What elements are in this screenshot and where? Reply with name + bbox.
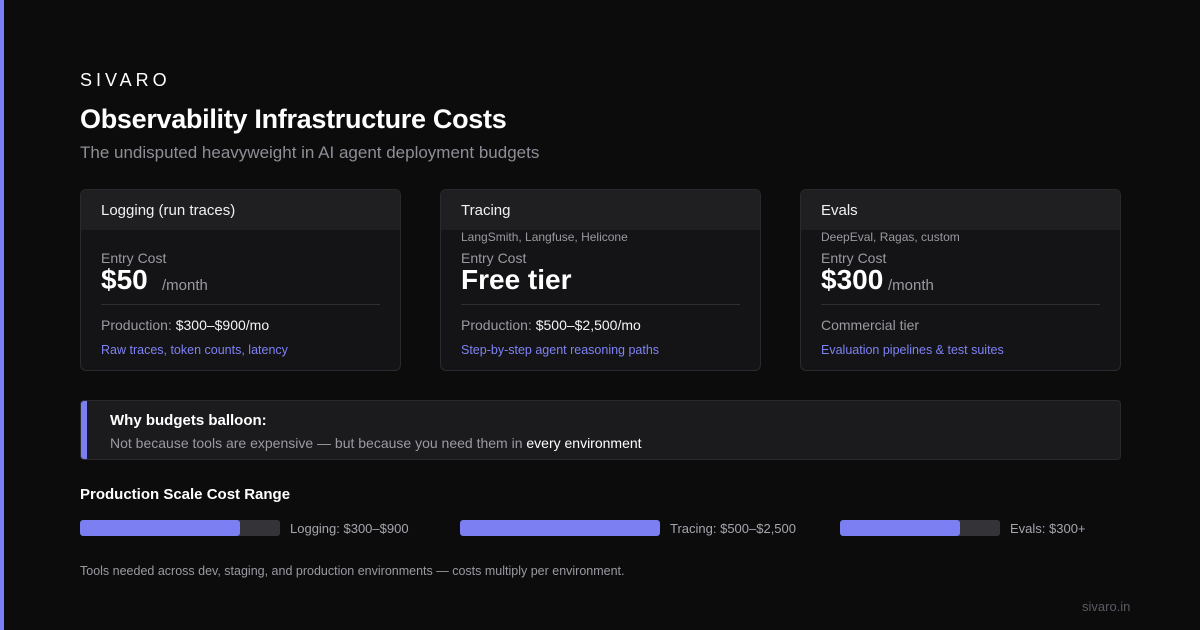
cost-card-evals: Evals DeepEval, Ragas, custom Entry Cost… — [800, 189, 1121, 371]
page-subtitle: The undisputed heavyweight in AI agent d… — [80, 143, 540, 162]
card-tools: LangSmith, Langfuse, Helicone — [461, 230, 628, 244]
production-label: Commercial tier — [821, 317, 920, 333]
production-value: $300–$900/mo — [175, 317, 270, 333]
brand-logo: SIVARO — [80, 70, 171, 90]
range-label-tracing: Tracing: $500–$2,500 — [670, 521, 797, 536]
callout-title: Why budgets balloon: — [110, 412, 267, 429]
range-fill — [840, 520, 960, 536]
range-bar-tracing — [460, 520, 660, 536]
entry-price: Free tier — [461, 264, 572, 295]
cost-card-tracing: Tracing LangSmith, Langfuse, Helicone En… — [440, 189, 761, 371]
production-cost: Production: $300–$900/mo — [101, 317, 269, 333]
card-header: Evals — [801, 190, 1120, 230]
price-unit: /month — [888, 277, 934, 294]
range-fill — [80, 520, 240, 536]
range-fill — [460, 520, 660, 536]
range-title: Production Scale Cost Range — [80, 486, 291, 503]
callout-body: Not because tools are expensive — but be… — [110, 435, 527, 451]
card-note: Step-by-step agent reasoning paths — [461, 343, 660, 357]
page-title: Observability Infrastructure Costs — [80, 104, 507, 134]
card-header: Tracing — [441, 190, 760, 230]
price-unit: /month — [162, 277, 208, 294]
range-bar-logging — [80, 520, 280, 536]
entry-price: $50 — [101, 264, 148, 295]
range-bar-evals — [840, 520, 1000, 536]
range-label-logging: Logging: $300–$900 — [290, 521, 409, 536]
production-value: $500–$2,500/mo — [535, 317, 641, 333]
card-divider — [821, 304, 1100, 305]
budget-callout: Why budgets balloon: Not because tools a… — [80, 400, 1121, 460]
range-label-evals: Evals: $300+ — [1010, 521, 1086, 536]
footnote: Tools needed across dev, staging, and pr… — [80, 564, 625, 578]
production-label: Production: — [461, 317, 536, 333]
callout-text: Not because tools are expensive — but be… — [110, 435, 642, 451]
callout-highlight: every environment — [526, 435, 642, 451]
production-label: Production: — [101, 317, 176, 333]
entry-price: $300 — [821, 264, 884, 295]
cost-card-logging: Logging (run traces) Entry Cost $50 /mon… — [80, 189, 401, 371]
accent-bar — [0, 0, 4, 630]
card-note: Raw traces, token counts, latency — [101, 343, 288, 357]
card-divider — [461, 304, 740, 305]
production-cost: Production: $500–$2,500/mo — [461, 317, 641, 333]
site-url: sivaro.in — [1082, 599, 1131, 614]
card-divider — [101, 304, 380, 305]
callout-accent-bar — [81, 401, 87, 459]
card-tools: DeepEval, Ragas, custom — [821, 230, 960, 244]
card-header: Logging (run traces) — [81, 190, 400, 230]
card-note: Evaluation pipelines & test suites — [821, 343, 1004, 357]
production-cost: Commercial tier — [821, 317, 919, 333]
